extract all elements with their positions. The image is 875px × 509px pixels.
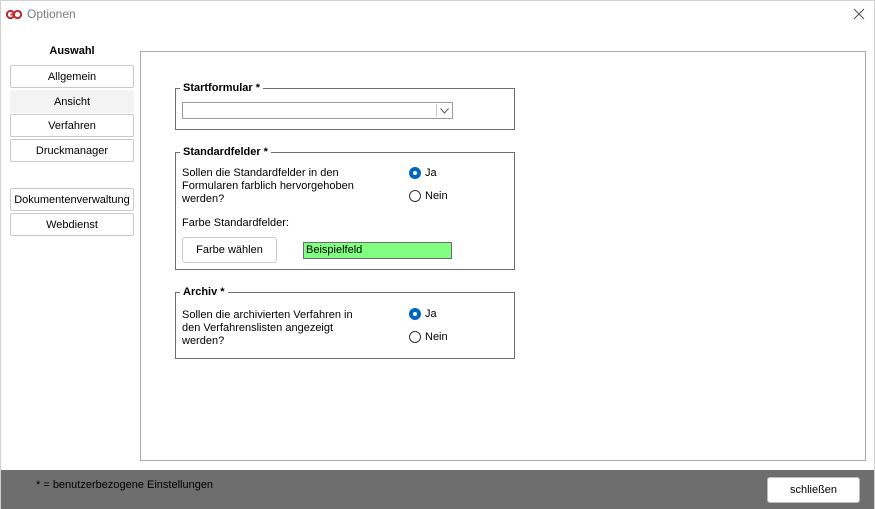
radio-checked-icon (409, 308, 421, 320)
nav-item-webdienst[interactable]: Webdienst (10, 213, 134, 236)
archiv-legend: Archiv * (180, 285, 228, 299)
close-dialog-button[interactable]: schließen (767, 477, 860, 503)
radio-checked-icon (409, 167, 421, 179)
nav-item-label: Dokumentenverwaltung (14, 193, 130, 206)
color-label: Farbe Standardfelder: (182, 217, 290, 229)
nav-item-ansicht[interactable]: Ansicht (10, 90, 134, 113)
startformular-dropdown-button[interactable] (436, 104, 451, 117)
settings-panel: Startformular * Standardfelder * Sollen … (140, 51, 866, 461)
radio-unchecked-icon (409, 190, 421, 202)
chevron-down-icon (439, 107, 449, 114)
radio-label: Ja (425, 308, 437, 320)
options-window: Optionen Auswahl Allgemein Ansicht Verfa… (0, 0, 875, 509)
nav-item-label: Webdienst (46, 218, 98, 231)
standardfelder-group: Standardfelder * Sollen die Standardfeld… (175, 145, 515, 270)
nav-item-label: Verfahren (48, 119, 96, 132)
standardfelder-radio-ja[interactable]: Ja (409, 167, 437, 179)
archiv-question: Sollen die archivierten Verfahren in den… (182, 309, 353, 347)
archiv-group: Archiv * Sollen die archivierten Verfahr… (175, 285, 515, 359)
radio-label: Ja (425, 167, 437, 179)
radio-unchecked-icon (409, 331, 421, 343)
title-bar[interactable]: Optionen (1, 1, 874, 29)
nav-item-label: Ansicht (53, 95, 91, 108)
nav-item-verfahren[interactable]: Verfahren (10, 114, 134, 137)
window-close-button[interactable] (844, 1, 874, 27)
standardfelder-legend: Standardfelder * (180, 145, 271, 159)
standardfelder-radio-nein[interactable]: Nein (409, 190, 448, 202)
startformular-select[interactable] (182, 102, 453, 119)
color-sample-field: Beispielfeld (303, 242, 452, 259)
footer-note: * = benutzerbezogene Einstellungen (36, 479, 214, 491)
radio-label: Nein (425, 190, 448, 202)
close-icon (853, 8, 865, 20)
choose-color-button-label: Farbe wählen (196, 244, 263, 256)
nav-item-allgemein[interactable]: Allgemein (10, 65, 134, 88)
archiv-radio-ja[interactable]: Ja (409, 308, 437, 320)
nav-item-label: Allgemein (47, 70, 97, 83)
choose-color-button[interactable]: Farbe wählen (182, 237, 277, 263)
nav-item-dokumentenverwaltung[interactable]: Dokumentenverwaltung (10, 188, 134, 211)
radio-label: Nein (425, 331, 448, 343)
nav-heading: Auswahl (49, 45, 95, 57)
startformular-legend: Startformular * (180, 81, 264, 95)
close-dialog-button-label: schließen (789, 484, 838, 496)
app-logo-icon (6, 9, 22, 20)
footer-bar: * = benutzerbezogene Einstellungen schli… (1, 470, 874, 509)
startformular-group: Startformular * (175, 81, 515, 130)
archiv-radio-nein[interactable]: Nein (409, 331, 448, 343)
nav-item-druckmanager[interactable]: Druckmanager (10, 139, 134, 162)
standardfelder-question: Sollen die Standardfelder in den Formula… (182, 167, 354, 205)
window-title: Optionen (27, 7, 76, 21)
nav-item-label: Druckmanager (35, 144, 109, 157)
